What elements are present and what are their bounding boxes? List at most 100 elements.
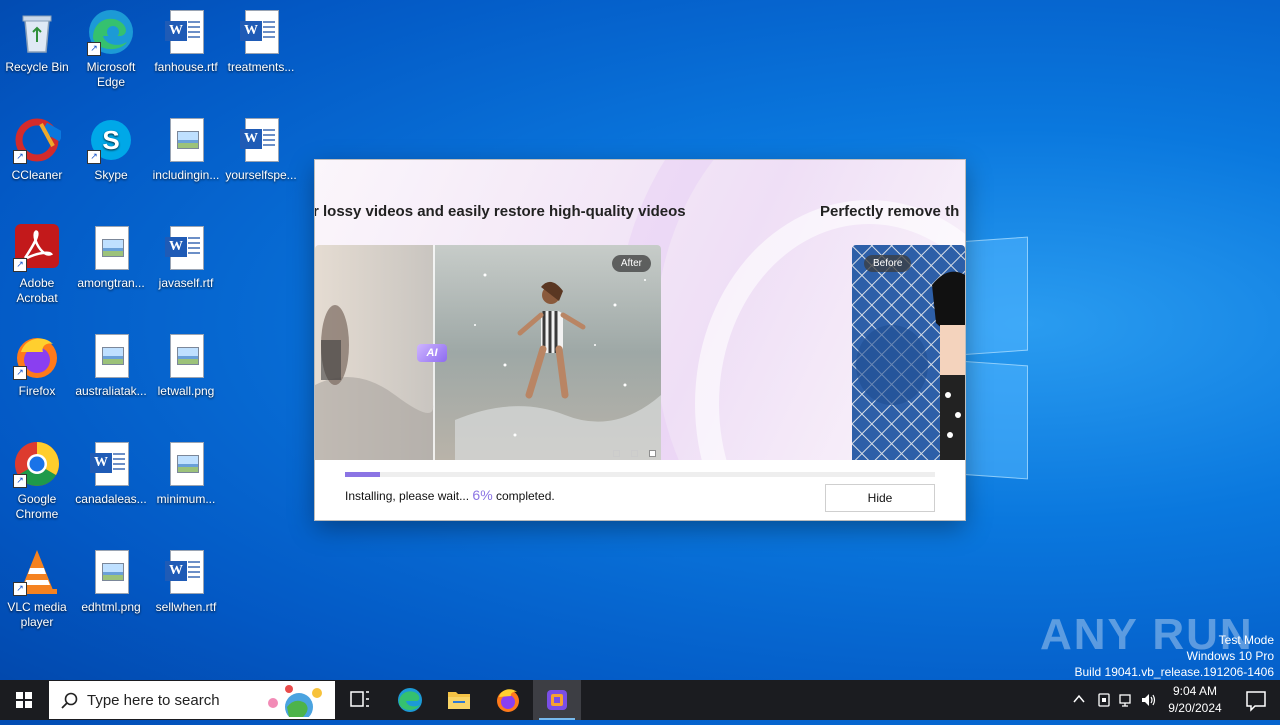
status-suffix: completed.	[496, 489, 555, 503]
carousel-dot[interactable]	[631, 450, 638, 457]
adobe-acrobat-icon: ↗	[13, 224, 61, 272]
word-document-icon: W	[162, 224, 210, 272]
taskbar-firefox[interactable]	[484, 680, 532, 720]
desktop-icon-label: Microsoft Edge	[86, 60, 136, 89]
desktop-icon-label: letwall.png	[157, 384, 215, 398]
desktop-icon-sellwhen[interactable]: W sellwhen.rtf	[149, 548, 223, 615]
desktop-icon-javaself[interactable]: W javaself.rtf	[149, 224, 223, 291]
device-icon[interactable]	[1096, 692, 1112, 708]
shortcut-arrow-icon: ↗	[87, 150, 101, 164]
hide-button[interactable]: Hide	[825, 484, 935, 512]
shortcut-arrow-icon: ↗	[87, 42, 101, 56]
desktop-icon-recycle-bin[interactable]: Recycle Bin	[0, 8, 74, 75]
desktop-icon-yourselfspe[interactable]: W yourselfspe...	[224, 116, 298, 183]
word-document-icon: W	[237, 8, 285, 56]
desktop-icon-label: Adobe Acrobat	[16, 276, 58, 305]
desktop-icon-label: Skype	[94, 168, 128, 182]
desktop-icon-skype[interactable]: S ↗ Skype	[74, 116, 148, 183]
desktop-icon-label: minimum...	[156, 492, 216, 506]
desktop-icon-google-chrome[interactable]: ↗ Google Chrome	[0, 440, 74, 522]
network-icon[interactable]	[1118, 692, 1134, 708]
install-progress-bar	[345, 472, 935, 477]
before-photo: Before	[852, 245, 965, 460]
word-document-icon: W	[237, 116, 285, 164]
desktop-icon-microsoft-edge[interactable]: ↗ Microsoft Edge	[74, 8, 148, 90]
windows-watermark: Test Mode Windows 10 Pro Build 19041.vb_…	[1075, 632, 1275, 680]
chrome-icon: ↗	[13, 440, 61, 488]
banner-heading-right: Perfectly remove th	[820, 203, 960, 220]
shortcut-arrow-icon: ↗	[13, 474, 27, 488]
watermark-build: Build 19041.vb_release.191206-1406	[1074, 665, 1275, 679]
banner-heading-left: r lossy videos and easily restore high-q…	[315, 203, 686, 220]
image-file-icon	[162, 116, 210, 164]
before-tag: Before	[864, 255, 912, 272]
desktop-icon-adobe-acrobat[interactable]: ↗ Adobe Acrobat	[0, 224, 74, 306]
chevron-up-icon[interactable]	[1072, 692, 1086, 706]
watermark-test-mode: Test Mode	[1218, 633, 1274, 647]
search-placeholder: Type here to search	[87, 692, 220, 709]
desktop-icon-minimum[interactable]: minimum...	[149, 440, 223, 507]
desktop-icon-amongtran[interactable]: amongtran...	[74, 224, 148, 291]
desktop-icon-label: Google Chrome	[15, 492, 59, 521]
shortcut-arrow-icon: ↗	[13, 258, 27, 272]
edge-icon: ↗	[87, 8, 135, 56]
shortcut-arrow-icon: ↗	[13, 582, 27, 596]
desktop-icon-ccleaner[interactable]: ↗ CCleaner	[0, 116, 74, 183]
firefox-icon: ↗	[13, 332, 61, 380]
image-file-icon	[87, 548, 135, 596]
desktop-icon-label: CCleaner	[11, 168, 63, 182]
taskbar-search-box[interactable]: Type here to search	[49, 681, 335, 719]
taskbar-edge[interactable]	[386, 680, 434, 720]
desktop-icon-vlc[interactable]: ↗ VLC media player	[0, 548, 74, 630]
desktop-icon-label: Firefox	[18, 384, 56, 398]
clock-date: 9/20/2024	[1168, 701, 1222, 715]
image-file-icon	[162, 332, 210, 380]
word-document-icon: W	[162, 8, 210, 56]
taskbar-file-explorer[interactable]	[435, 680, 483, 720]
installer-window: r lossy videos and easily restore high-q…	[315, 160, 965, 520]
action-center-button[interactable]	[1232, 680, 1280, 720]
file-explorer-icon	[448, 692, 470, 709]
desktop-icon-label: fanhouse.rtf	[154, 60, 218, 74]
search-highlight-globe-icon	[268, 685, 322, 717]
desktop-icon-label: VLC media player	[7, 600, 67, 629]
carousel-dot[interactable]	[613, 450, 620, 457]
desktop-icon-label: treatments...	[227, 60, 295, 74]
shortcut-arrow-icon: ↗	[13, 150, 27, 164]
carousel-dot-active[interactable]	[649, 450, 656, 457]
notification-icon	[1246, 691, 1266, 712]
desktop-icon-letwall[interactable]: letwall.png	[149, 332, 223, 399]
start-button[interactable]	[0, 680, 48, 720]
desktop-icon-australiatak[interactable]: australiatak...	[74, 332, 148, 399]
system-tray	[1068, 680, 1158, 720]
image-file-icon	[87, 224, 135, 272]
ccleaner-icon: ↗	[13, 116, 65, 164]
edge-icon	[398, 688, 422, 712]
install-status-text: Installing, please wait... 6% completed.	[345, 487, 555, 503]
taskbar-installer-app[interactable]	[533, 680, 581, 720]
volume-icon[interactable]	[1140, 692, 1158, 708]
desktop-icon-edhtml[interactable]: edhtml.png	[74, 548, 148, 615]
desktop-icon-fanhouse[interactable]: W fanhouse.rtf	[149, 8, 223, 75]
skype-icon: S ↗	[87, 116, 135, 164]
after-tag: After	[611, 255, 651, 272]
ai-badge: AI	[417, 344, 447, 362]
desktop-icon-includingin[interactable]: includingin...	[149, 116, 223, 183]
word-document-icon: W	[162, 548, 210, 596]
shortcut-arrow-icon: ↗	[13, 366, 27, 380]
desktop-icon-canadaleas[interactable]: W canadaleas...	[74, 440, 148, 507]
task-view-button[interactable]	[336, 680, 384, 720]
install-progress-fill	[345, 472, 381, 477]
desktop-icon-firefox[interactable]: ↗ Firefox	[0, 332, 74, 399]
image-file-icon	[87, 332, 135, 380]
after-photo: After	[315, 245, 661, 460]
search-icon	[61, 692, 78, 709]
desktop-icon-treatments[interactable]: W treatments...	[224, 8, 298, 75]
installer-app-icon	[547, 690, 567, 710]
desktop-icon-label: edhtml.png	[81, 600, 141, 614]
word-document-icon: W	[87, 440, 135, 488]
carousel-indicator[interactable]	[613, 444, 667, 460]
vlc-cone-icon: ↗	[13, 548, 61, 596]
taskbar-clock[interactable]: 9:04 AM 9/20/2024	[1160, 683, 1230, 717]
promo-banner: r lossy videos and easily restore high-q…	[315, 160, 965, 460]
